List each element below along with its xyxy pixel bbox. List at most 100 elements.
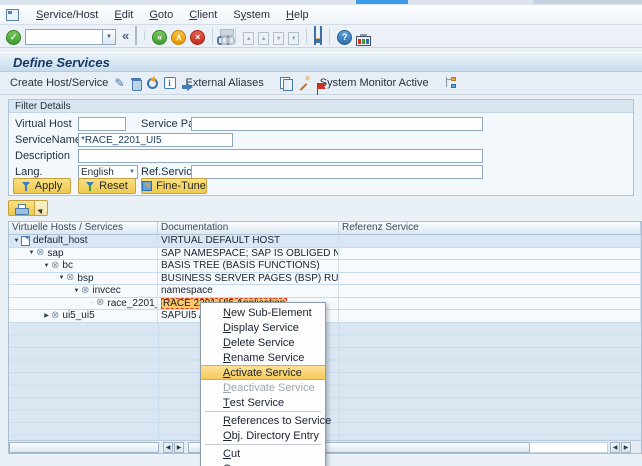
tree-cell-bc[interactable]: ▼⊗bc [9, 260, 158, 272]
context-menu-item-activate-service[interactable]: Activate Service [201, 365, 325, 380]
menu-goto[interactable]: Goto [141, 7, 181, 23]
previous-page-button[interactable]: ▲ [258, 27, 269, 46]
context-menu-item-cut[interactable]: Cut [201, 446, 325, 461]
menu-separator [205, 411, 321, 412]
documentation-cell[interactable]: VIRTUAL DEFAULT HOST [158, 235, 339, 247]
service-icon: ⊗ [96, 298, 104, 308]
documentation-cell[interactable]: BASIS TREE (BASIS FUNCTIONS) [158, 260, 339, 272]
menu-help[interactable]: Help [278, 7, 317, 23]
context-menu-item-rename-service[interactable]: Rename Service [201, 350, 325, 365]
context-menu-item-test-service[interactable]: Test Service [201, 395, 325, 410]
tree-expander-icon[interactable]: ▶ [42, 312, 51, 319]
menu-system[interactable]: System [225, 7, 278, 23]
documentation-cell[interactable]: namespace [158, 285, 339, 297]
documentation-cell[interactable]: SAP NAMESPACE; SAP IS OBLIGED NOT T... [158, 248, 339, 260]
tree-expander-icon[interactable]: ▼ [42, 263, 51, 269]
reset-button[interactable]: Reset [78, 178, 136, 194]
delete-icon[interactable] [131, 77, 141, 89]
tree-cell-default_host[interactable]: ▼default_host [9, 235, 158, 247]
context-menu-item-copy[interactable]: Copy [201, 461, 325, 466]
exit-button[interactable]: ∧ [171, 27, 186, 45]
display-change-icon[interactable]: ✎ [114, 77, 124, 89]
first-page-button[interactable]: ▲ [243, 27, 254, 46]
referenz-service-cell[interactable] [339, 273, 641, 285]
last-page-button[interactable]: ▼ [288, 27, 299, 46]
service-name-text: race_2201_ui5 [107, 298, 158, 309]
save-button[interactable] [135, 27, 137, 45]
referenz-service-cell[interactable] [339, 310, 641, 322]
help-button[interactable]: ? [337, 27, 352, 45]
virtual-host-input[interactable] [78, 117, 126, 131]
context-menu-item-deactivate-service: Deactivate Service [201, 380, 325, 395]
language-select[interactable]: English ▼ [78, 165, 138, 179]
refresh-icon[interactable] [147, 78, 158, 89]
column-separator [339, 323, 340, 443]
column-header-hosts[interactable]: Virtuelle Hosts / Services [9, 222, 158, 234]
service-path-input[interactable] [191, 117, 483, 131]
column-header-referenz[interactable]: Referenz Service [339, 222, 641, 234]
toolbar-separator [329, 28, 330, 44]
menu-service-host[interactable]: Service/Host [28, 7, 106, 23]
wizard-icon[interactable] [298, 77, 310, 89]
chevron-down-icon[interactable]: ▼ [103, 29, 116, 45]
referenz-service-cell[interactable] [339, 235, 641, 247]
scroll-right-button[interactable]: ▶ [174, 442, 184, 453]
host-icon [21, 236, 30, 246]
ref-service-input[interactable] [191, 165, 483, 179]
table-row-bsp[interactable]: ▼⊗bspBUSINESS SERVER PAGES (BSP) RUNTIME [9, 273, 641, 286]
description-input[interactable] [78, 149, 483, 163]
referenz-service-cell[interactable] [339, 260, 641, 272]
context-menu-item-display-service[interactable]: Display Service [201, 320, 325, 335]
next-page-button[interactable]: ▼ [273, 27, 284, 46]
scrollbar-thumb-fixed[interactable] [9, 442, 159, 453]
tree-expander-icon[interactable]: ▼ [57, 275, 66, 281]
create-host-service-button[interactable]: Create Host/Service [10, 77, 108, 89]
print-button[interactable] [8, 200, 35, 216]
tree-cell-invcec[interactable]: ▼⊗invcec [9, 285, 158, 297]
info-icon[interactable]: i [164, 77, 176, 89]
enter-button[interactable]: ✓ [6, 27, 21, 45]
tree-expander-icon[interactable]: ▼ [72, 288, 81, 294]
referenz-service-cell[interactable] [339, 285, 641, 297]
scrollbar-track[interactable] [530, 442, 608, 453]
apply-button[interactable]: Apply [13, 178, 71, 194]
table-row-invcec[interactable]: ▼⊗invcecnamespace [9, 285, 641, 298]
tree-cell-race_2201_ui5[interactable]: ·⊗race_2201_ui5 [9, 298, 158, 310]
system-menu-icon[interactable] [6, 9, 19, 21]
menu-edit[interactable]: Edit [106, 7, 141, 23]
tree-cell-sap[interactable]: ▼⊗sap [9, 248, 158, 260]
external-aliases-button[interactable]: External Aliases [182, 77, 264, 89]
collapse-button[interactable]: « [120, 27, 131, 45]
tree-expander-icon[interactable]: ▼ [27, 250, 36, 256]
documentation-cell[interactable]: BUSINESS SERVER PAGES (BSP) RUNTIME [158, 273, 339, 285]
scroll-left-button[interactable]: ◀ [163, 442, 173, 453]
menu-client[interactable]: Client [181, 7, 225, 23]
command-field-input[interactable] [25, 29, 103, 45]
copy-icon[interactable] [280, 77, 292, 89]
cancel-button[interactable]: × [190, 27, 205, 45]
table-row-bc[interactable]: ▼⊗bcBASIS TREE (BASIS FUNCTIONS) [9, 260, 641, 273]
hierarchy-icon[interactable] [445, 77, 457, 89]
create-shortcut-button[interactable] [320, 27, 322, 45]
tree-cell-ui5_ui5[interactable]: ▶⊗ui5_ui5 [9, 310, 158, 322]
table-row-default_host[interactable]: ▼default_hostVIRTUAL DEFAULT HOST [9, 235, 641, 248]
context-menu-item-references-to-service[interactable]: References to Service [201, 413, 325, 428]
context-menu-item-new-sub-element[interactable]: New Sub-Element [201, 305, 325, 320]
referenz-service-cell[interactable] [339, 248, 641, 260]
fine-tune-button[interactable]: Fine-Tune [141, 178, 207, 194]
column-header-documentation[interactable]: Documentation [158, 222, 339, 234]
referenz-service-cell[interactable] [339, 298, 641, 310]
tree-expander-icon[interactable]: ▼ [12, 238, 21, 244]
back-button[interactable]: « [152, 27, 167, 45]
table-row-sap[interactable]: ▼⊗sapSAP NAMESPACE; SAP IS OBLIGED NOT T… [9, 248, 641, 261]
system-monitor-button[interactable]: System Monitor Active [316, 77, 429, 89]
table-header: Virtuelle Hosts / Services Documentation… [9, 222, 641, 235]
context-menu-item-obj-directory-entry[interactable]: Obj. Directory Entry [201, 428, 325, 443]
service-name-input[interactable] [78, 133, 233, 147]
print-dropdown-button[interactable] [35, 200, 48, 216]
tree-cell-bsp[interactable]: ▼⊗bsp [9, 273, 158, 285]
scroll-right-button-2[interactable]: ▶ [621, 442, 631, 453]
tree-expander-icon[interactable]: · [87, 300, 96, 306]
scroll-left-button-2[interactable]: ◀ [610, 442, 620, 453]
context-menu-item-delete-service[interactable]: Delete Service [201, 335, 325, 350]
